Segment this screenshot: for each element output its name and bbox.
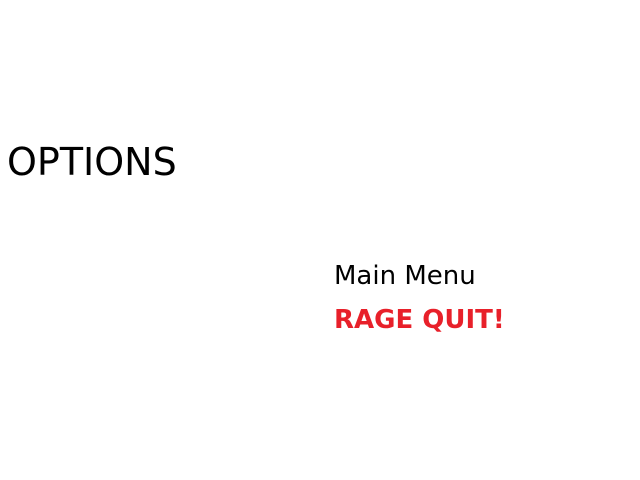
options-screen: OPTIONS Main Menu RAGE QUIT! [0, 0, 640, 480]
main-menu-button[interactable]: Main Menu [334, 258, 505, 294]
rage-quit-button[interactable]: RAGE QUIT! [334, 302, 505, 338]
page-title: OPTIONS [7, 140, 177, 184]
options-menu: Main Menu RAGE QUIT! [334, 258, 505, 338]
